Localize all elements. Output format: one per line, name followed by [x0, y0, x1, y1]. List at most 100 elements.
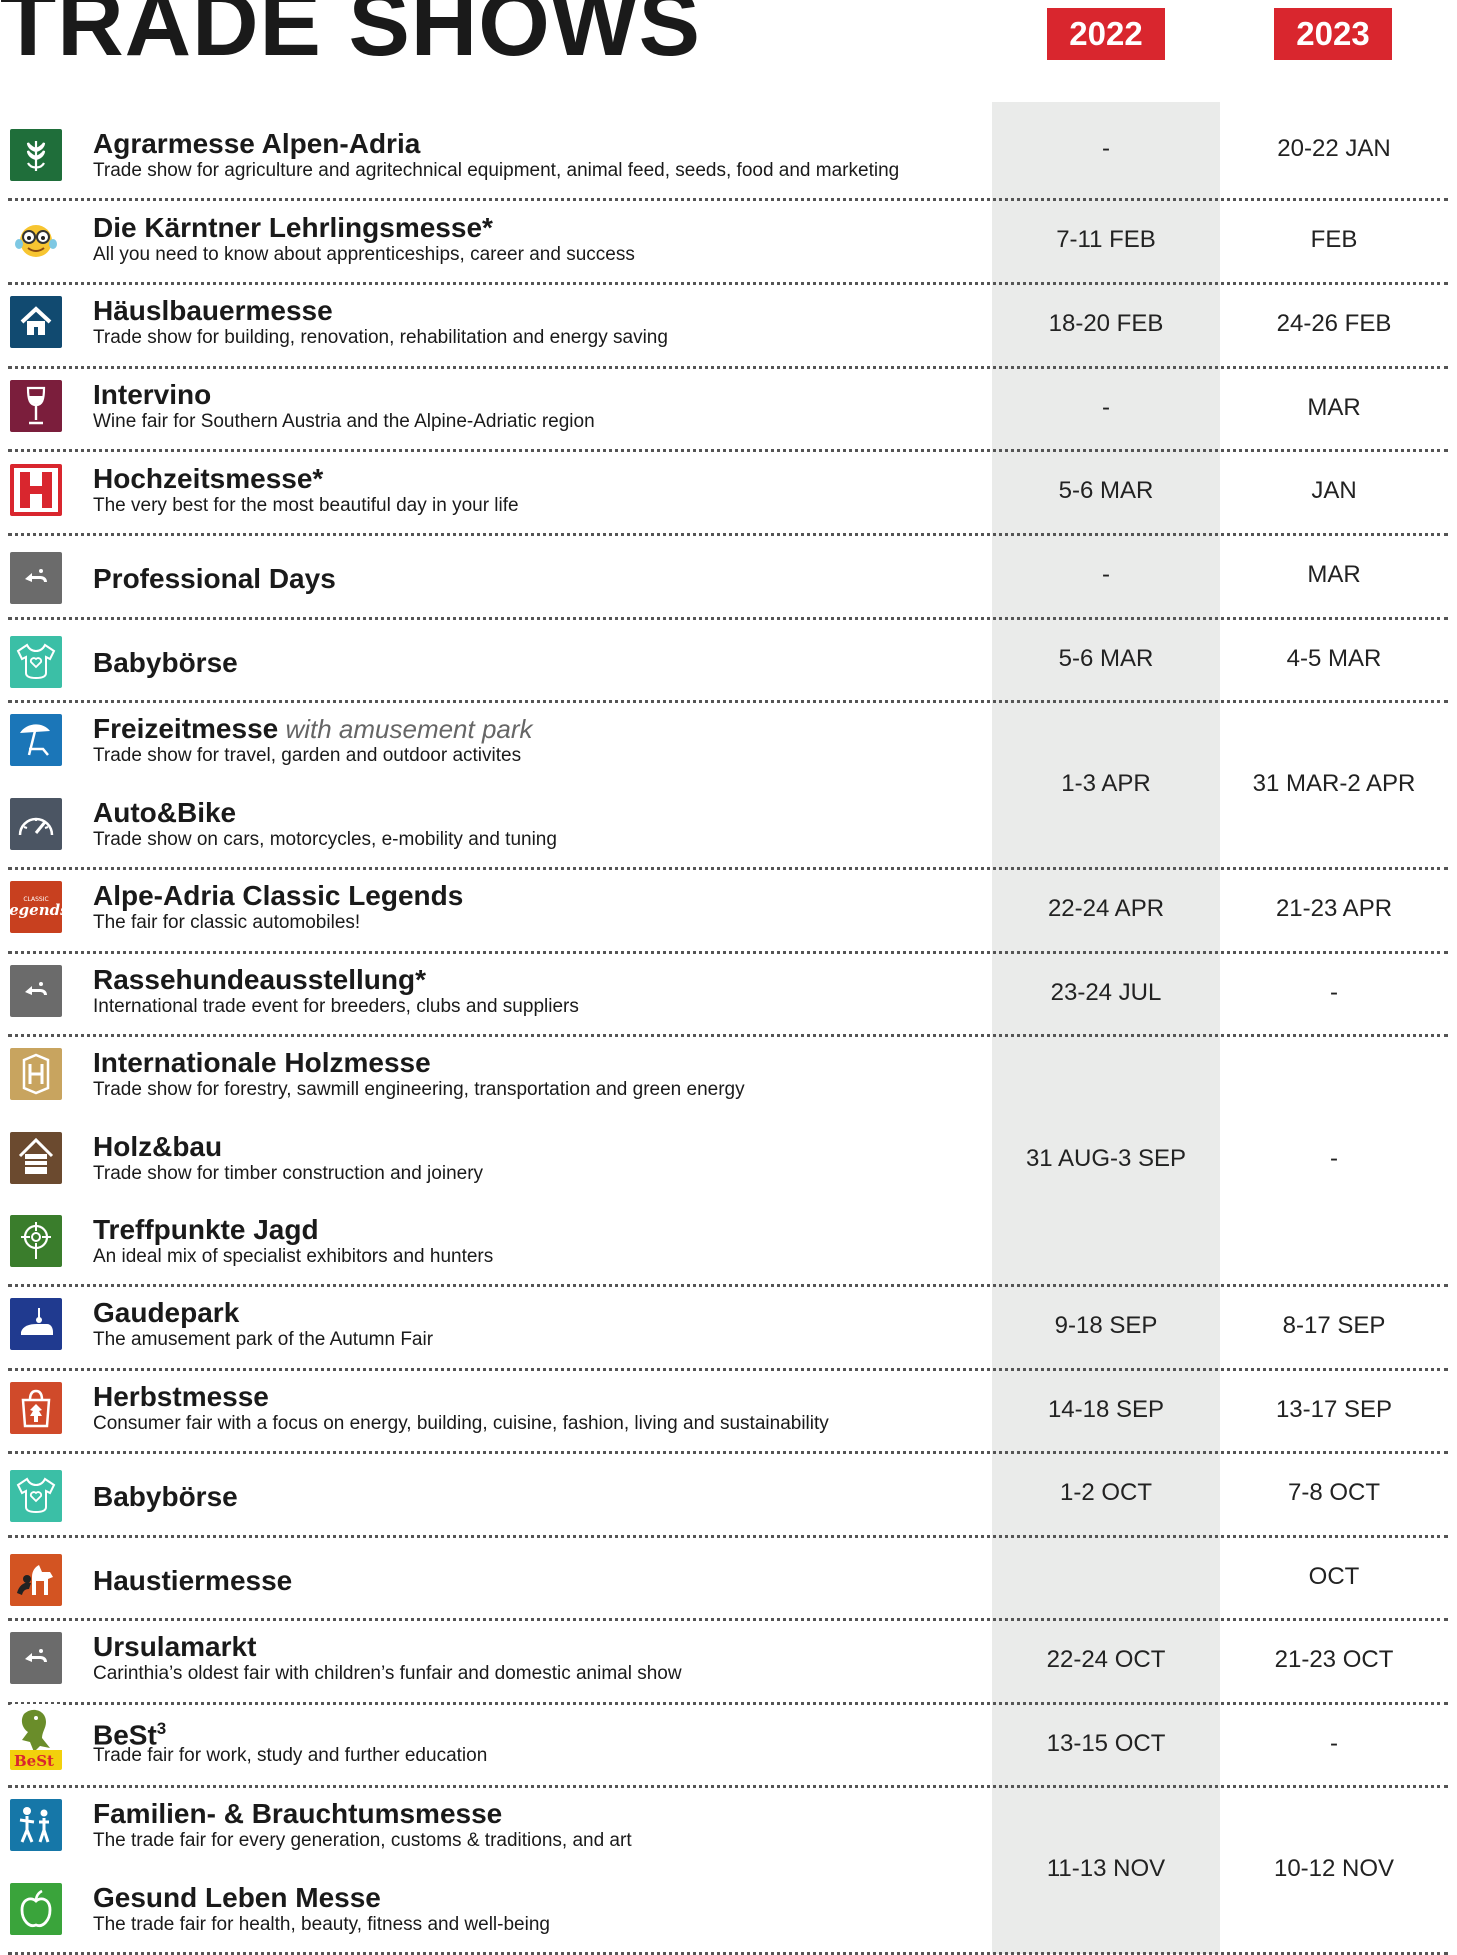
- row-separator: [8, 951, 1448, 954]
- year-2022-column-band: [992, 102, 1220, 1954]
- show-description: Trade show for agriculture and agritechn…: [93, 160, 900, 181]
- show-name: Familien- & Brauchtumsmesse: [93, 1798, 502, 1830]
- crosshair-icon: [10, 1215, 62, 1267]
- show-description: Carinthia’s oldest fair with children’s …: [93, 1663, 682, 1684]
- show-name-text: Freizeitmesse: [93, 713, 279, 744]
- date-2023: -: [1330, 1729, 1338, 1757]
- date-2022: 5-6 MAR: [1058, 644, 1154, 672]
- row-separator: [8, 366, 1448, 369]
- row-separator: [8, 867, 1448, 870]
- show-name-text: Holz&bau: [93, 1131, 223, 1162]
- show-name: Herbstmesse: [93, 1381, 269, 1413]
- row-separator: [8, 1618, 1448, 1621]
- bumper-car-icon: [10, 1298, 62, 1350]
- show-name-text: Hochzeitsmesse*: [93, 463, 324, 494]
- page-title: TRADE SHOWS: [0, 0, 701, 75]
- house-icon: [10, 296, 62, 348]
- date-2023: 24-26 FEB: [1276, 310, 1392, 337]
- show-description: Consumer fair with a focus on energy, bu…: [93, 1413, 829, 1434]
- show-name-text: Babybörse: [93, 647, 238, 678]
- show-name-text: Die Kärntner Lehrlingsmesse*: [93, 212, 493, 243]
- date-2022: 13-15 OCT: [1046, 1729, 1166, 1757]
- show-name-text: Herbstmesse: [93, 1381, 269, 1412]
- show-name-text: Alpe-Adria Classic Legends: [93, 880, 464, 911]
- date-2022: 14-18 SEP: [1047, 1395, 1165, 1423]
- date-2022: 31 AUG-3 SEP: [1025, 1145, 1187, 1172]
- show-name: Gesund Leben Messe: [93, 1882, 381, 1914]
- shopping-bag-leaf-icon: [10, 1382, 62, 1434]
- date-2023: FEB: [1310, 226, 1358, 253]
- date-2023: 13-17 SEP: [1275, 1395, 1393, 1423]
- date-2023: -: [1330, 1145, 1338, 1172]
- show-description: The trade fair for health, beauty, fitne…: [93, 1914, 550, 1935]
- row-separator: [8, 700, 1448, 703]
- show-description: An ideal mix of specialist exhibitors an…: [93, 1246, 494, 1267]
- date-2022: 22-24 OCT: [1046, 1646, 1166, 1673]
- messe-arrow-icon: [10, 1632, 62, 1684]
- row-separator: [8, 1284, 1448, 1287]
- show-name: Haustiermesse: [93, 1565, 292, 1597]
- show-name: Gaudepark: [93, 1297, 239, 1329]
- show-name-text: Häuslbauermesse: [93, 295, 333, 326]
- show-description: Wine fair for Southern Austria and the A…: [93, 411, 595, 432]
- show-name-text: Agrarmesse Alpen-Adria: [93, 128, 421, 159]
- date-2022: -: [1102, 135, 1110, 162]
- show-name-note: with amusement park: [278, 714, 533, 744]
- date-2023: 31 MAR-2 APR: [1252, 769, 1416, 797]
- show-name-text: Treffpunkte Jagd: [93, 1214, 319, 1245]
- date-2023: MAR: [1307, 561, 1361, 588]
- date-2022: 18-20 FEB: [1048, 310, 1164, 337]
- show-name: Rassehundeausstellung*: [93, 964, 426, 996]
- speedometer-icon: [10, 798, 62, 850]
- show-description: Trade show for building, renovation, reh…: [93, 327, 668, 348]
- year-2022-badge: 2022: [1047, 8, 1165, 60]
- timber-house-icon: [10, 1132, 62, 1184]
- year-2023-badge: 2023: [1274, 8, 1392, 60]
- show-name: Professional Days: [93, 563, 336, 595]
- show-name: Internationale Holzmesse: [93, 1047, 431, 1079]
- show-name-text: Ursulamarkt: [93, 1631, 257, 1662]
- show-description: The very best for the most beautiful day…: [93, 495, 519, 516]
- messe-arrow-icon: [10, 965, 62, 1017]
- show-name: Freizeitmesse with amusement park: [93, 713, 533, 745]
- date-2022: 11-13 NOV: [1046, 1854, 1166, 1882]
- date-2023: -: [1330, 978, 1338, 1006]
- row-separator: [8, 1535, 1448, 1538]
- date-2022: 23-24 JUL: [1050, 978, 1162, 1006]
- date-2023: 20-22 JAN: [1277, 135, 1391, 162]
- messe-arrow-icon: [10, 552, 62, 604]
- row-separator: [8, 282, 1448, 285]
- show-name-text: Haustiermesse: [93, 1565, 293, 1596]
- show-name: Agrarmesse Alpen-Adria: [93, 128, 420, 160]
- show-name: Intervino: [93, 379, 211, 411]
- show-description: All you need to know about apprenticeshi…: [93, 244, 635, 265]
- row-separator: [8, 1785, 1448, 1788]
- date-2023: 8-17 SEP: [1282, 1312, 1386, 1339]
- date-2022: 22-24 APR: [1047, 895, 1165, 922]
- show-name-text: Rassehundeausstellung*: [93, 964, 426, 995]
- apple-icon: [10, 1883, 62, 1935]
- family-icon: [10, 1799, 62, 1851]
- show-name: Hochzeitsmesse*: [93, 463, 323, 495]
- show-description: Trade show on cars, motorcycles, e-mobil…: [93, 829, 557, 850]
- show-name: Ursulamarkt: [93, 1631, 256, 1663]
- show-name: Holz&bau: [93, 1131, 222, 1163]
- date-2022: 1-2 OCT: [1059, 1479, 1152, 1506]
- show-name: Alpe-Adria Classic Legends: [93, 880, 463, 912]
- show-description: Trade fair for work, study and further e…: [93, 1745, 488, 1766]
- row-separator: [8, 533, 1448, 536]
- emoji-glasses-icon: [10, 213, 62, 265]
- row-separator: [8, 1451, 1448, 1454]
- holz-logo-icon: [10, 1048, 62, 1100]
- date-2023: 4-5 MAR: [1286, 644, 1382, 672]
- show-name: Häuslbauermesse: [93, 295, 333, 327]
- date-2023: 21-23 APR: [1275, 895, 1393, 922]
- row-separator: [8, 449, 1448, 452]
- row-separator: [8, 1034, 1448, 1037]
- date-2022: 5-6 MAR: [1058, 477, 1154, 504]
- date-2023: JAN: [1311, 477, 1357, 504]
- show-name-text: Internationale Holzmesse: [93, 1047, 431, 1078]
- row-separator: [8, 1702, 1448, 1705]
- row-separator: [8, 198, 1448, 201]
- show-description: Trade show for travel, garden and outdoo…: [93, 745, 522, 766]
